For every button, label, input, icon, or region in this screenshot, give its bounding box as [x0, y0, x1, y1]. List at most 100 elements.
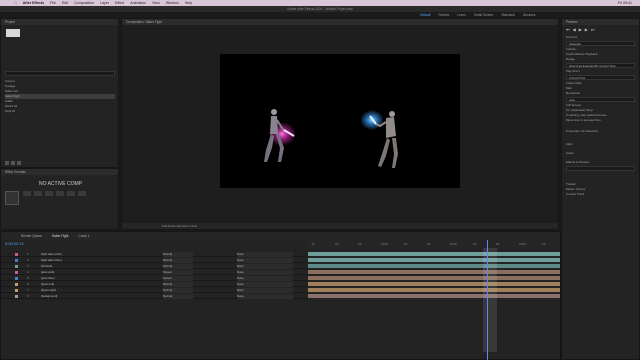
new-folder-icon[interactable]: [5, 161, 9, 165]
layer-name[interactable]: [glow pink]: [41, 270, 101, 275]
layer-mode-select[interactable]: Normal: [163, 264, 193, 269]
ruler-tick: 10f: [473, 243, 477, 246]
layer-parent-select[interactable]: None: [237, 282, 293, 287]
prev-frame-icon[interactable]: ◀: [573, 27, 576, 32]
no-active-comp-message: NO ACTIVE COMP: [38, 181, 83, 187]
current-timecode[interactable]: 0:00:00:12: [5, 241, 24, 246]
layer-label-color[interactable]: [15, 277, 18, 280]
trash-icon[interactable]: [17, 161, 21, 165]
align-grid-icon[interactable]: [5, 191, 19, 205]
layer-number: 4: [27, 270, 29, 274]
project-panel-title[interactable]: Project: [1, 19, 118, 25]
layer-track-bar[interactable]: [308, 294, 560, 298]
tab-render-queue[interactable]: Render Queue: [21, 232, 42, 240]
layer-track-bar[interactable]: [308, 264, 560, 268]
layer-mode-select[interactable]: Normal: [163, 282, 193, 287]
new-comp-icon[interactable]: [11, 161, 15, 165]
layer-label-color[interactable]: [15, 253, 18, 256]
layer-parent-select[interactable]: None: [237, 276, 293, 281]
preview-title[interactable]: Preview: [562, 19, 639, 25]
layer-row[interactable]: 6 [figure left] Normal None: [1, 282, 307, 287]
layer-row[interactable]: 7 [figure right] Normal None: [1, 288, 307, 293]
next-frame-icon[interactable]: ▶: [585, 27, 588, 32]
layer-label-color[interactable]: [15, 271, 18, 274]
layer-name[interactable]: [figure left]: [41, 282, 101, 287]
layer-mode-select[interactable]: Normal: [163, 258, 193, 263]
layer-name[interactable]: [light saber blue]: [41, 258, 101, 263]
preview-field[interactable]: Work Area Extended By Current Time: [566, 63, 635, 68]
layer-name[interactable]: [light saber pink]: [41, 252, 101, 257]
comp-canvas[interactable]: [220, 54, 460, 188]
layer-track-bar[interactable]: [308, 258, 560, 262]
layer-number: 3: [27, 264, 29, 268]
layer-name[interactable]: [glow blue]: [41, 276, 101, 281]
project-item[interactable]: Fight 01: [5, 109, 115, 114]
layer-row[interactable]: 8 [background] Normal None: [1, 294, 307, 299]
layer-label-color[interactable]: [15, 259, 18, 262]
layer-track-bar[interactable]: [308, 276, 560, 280]
first-frame-icon[interactable]: ⏮: [566, 27, 570, 32]
layer-track-bar[interactable]: [308, 270, 560, 274]
align-bottom-icon[interactable]: [78, 191, 86, 196]
align-top-icon[interactable]: [56, 191, 64, 196]
preview-label: Shortcut: [566, 35, 578, 39]
layer-track-bar[interactable]: [308, 252, 560, 256]
align-left-icon[interactable]: [23, 191, 31, 196]
layer-label-color[interactable]: [15, 283, 18, 286]
layer-number: 7: [27, 288, 29, 292]
preview-field[interactable]: Spacebar: [566, 41, 635, 46]
playback-controls: ⏮ ◀ ▶ ▶ ⏭: [566, 27, 626, 32]
project-thumbnail: [6, 29, 20, 37]
tab-comp-1[interactable]: Comp 1: [78, 232, 89, 240]
tab-saber-fight[interactable]: Saber Fight: [52, 232, 68, 240]
layer-label-color[interactable]: [15, 295, 18, 298]
layer-mode-select[interactable]: Screen: [163, 276, 193, 281]
ruler-tick: 20f: [427, 243, 431, 246]
viewer-tab[interactable]: Composition: Saber Fight: [122, 19, 558, 25]
layer-mode-select[interactable]: Normal: [163, 288, 193, 293]
playhead[interactable]: [487, 240, 488, 360]
effects-presets-section[interactable]: Effects & Presets: [562, 160, 639, 165]
layer-row[interactable]: 2 [light saber blue] Normal None: [1, 258, 307, 263]
align-center-icon[interactable]: [34, 191, 42, 196]
layer-track-bar[interactable]: [308, 288, 560, 292]
ruler-tick: 20f: [358, 243, 362, 246]
effects-search-input[interactable]: [566, 166, 635, 171]
time-ruler[interactable]: 0f 10f 20f 01:00f 10f 20f 02:00f 10f 20f 03:00f 10…: [308, 241, 560, 249]
layer-mode-select[interactable]: Normal: [163, 294, 193, 299]
figure-left: [264, 109, 296, 162]
project-search-input[interactable]: [5, 71, 115, 76]
layer-row[interactable]: 1 [light saber pink] Normal None: [1, 252, 307, 257]
align-middle-icon[interactable]: [67, 191, 75, 196]
layer-parent-select[interactable]: None: [237, 288, 293, 293]
layer-parent-select[interactable]: None: [237, 252, 293, 257]
layer-label-color[interactable]: [15, 289, 18, 292]
layer-name[interactable]: [hit flash]: [41, 264, 101, 269]
layer-row[interactable]: 5 [glow blue] Screen None: [1, 276, 307, 281]
effect-controls-title[interactable]: Effect Controls: [1, 169, 118, 175]
preview-field[interactable]: Current Time: [566, 75, 635, 80]
viewer-controls[interactable]: Full Active Camera 1 View: [122, 223, 558, 229]
ruler-tick: 02:00f: [450, 243, 457, 246]
preview-field[interactable]: Auto: [566, 97, 635, 102]
layer-label-color[interactable]: [15, 265, 18, 268]
layer-name[interactable]: [figure right]: [41, 288, 101, 293]
effect-controls-panel: Effect Controls NO ACTIVE COMP: [0, 168, 119, 230]
project-list: Comp 1 Footage Saber Left Saber Right So…: [5, 79, 115, 114]
layer-parent-select[interactable]: None: [237, 258, 293, 263]
layer-row[interactable]: 4 [glow pink] Screen None: [1, 270, 307, 275]
layer-number: 1: [27, 252, 29, 256]
layer-track-bar[interactable]: [308, 282, 560, 286]
layer-mode-select[interactable]: Normal: [163, 252, 193, 257]
layer-row[interactable]: 3 [hit flash] Normal None: [1, 264, 307, 269]
layer-parent-select[interactable]: None: [237, 270, 293, 275]
play-icon[interactable]: ▶: [579, 27, 582, 32]
layer-name[interactable]: [background]: [41, 294, 101, 299]
layer-mode-select[interactable]: Screen: [163, 270, 193, 275]
layer-parent-select[interactable]: None: [237, 294, 293, 299]
align-right-icon[interactable]: [45, 191, 53, 196]
last-frame-icon[interactable]: ⏭: [591, 27, 595, 32]
layer-parent-select[interactable]: None: [237, 264, 293, 269]
timeline-panel: Render Queue Saber Fight Comp 1 0:00:00:…: [0, 231, 561, 360]
layer-number: 2: [27, 258, 29, 262]
